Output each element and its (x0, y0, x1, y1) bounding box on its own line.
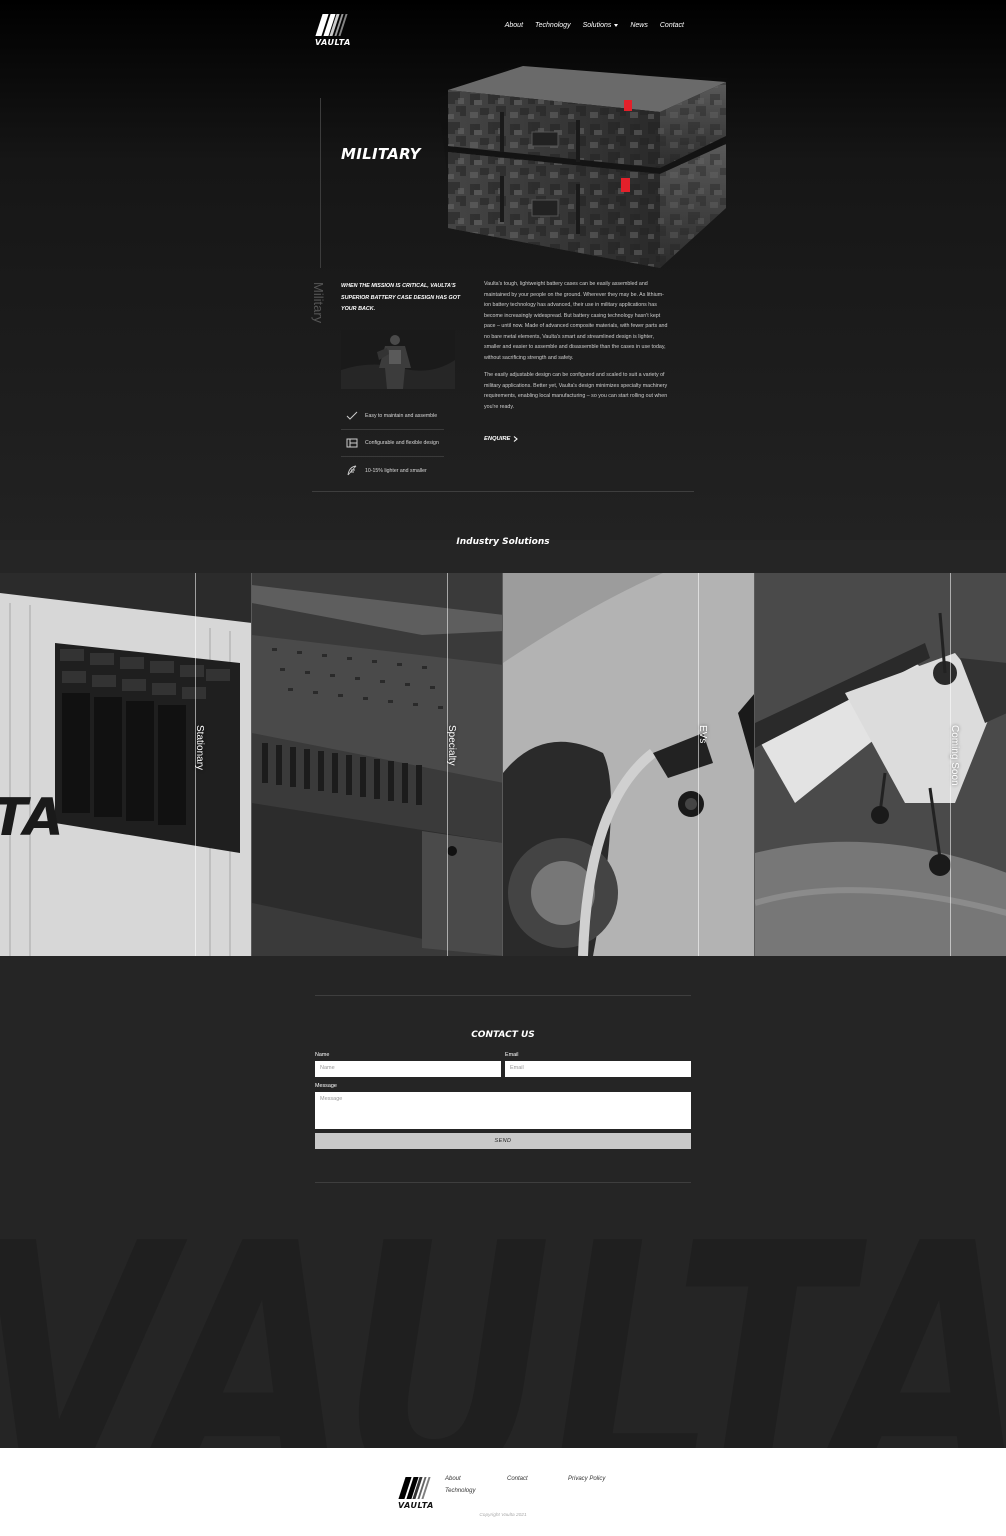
tile-label: Stationary (194, 725, 205, 771)
vaulta-background-wordmark: VAULTA (0, 1190, 1006, 1448)
tile-stationary[interactable]: TA Stationary (0, 573, 252, 956)
enquire-label: ENQUIRE (484, 436, 511, 442)
logo-wordmark: VAULTA (315, 38, 351, 47)
name-label: Name (315, 1052, 330, 1058)
hero-body: Vaulta's tough, lightweight battery case… (484, 279, 668, 412)
email-field[interactable]: Email (505, 1061, 691, 1077)
industry-tiles: TA Stationary Specialty (0, 573, 1006, 956)
side-label: Military (311, 282, 326, 324)
message-label: Message (315, 1083, 337, 1089)
nav-technology[interactable]: Technology (535, 22, 571, 29)
nav-news[interactable]: News (630, 22, 648, 29)
tile-label: Coming Soon (948, 725, 960, 786)
main-nav: About Technology Solutions News Contact (505, 22, 684, 29)
military-battery-case-image (438, 66, 728, 268)
nav-contact[interactable]: Contact (660, 22, 684, 29)
page-title: MILITARY (341, 145, 421, 163)
email-label: Email (505, 1052, 519, 1058)
industry-solutions-title: Industry Solutions (456, 537, 550, 547)
tile-evs[interactable]: EVs (503, 573, 755, 956)
vaulta-logo[interactable]: VAULTA (315, 14, 351, 47)
footer-link-privacy[interactable]: Privacy Policy (568, 1476, 605, 1482)
soldier-image (341, 330, 455, 389)
feature-label: Easy to maintain and assemble (365, 413, 438, 419)
name-field[interactable]: Name (315, 1061, 501, 1077)
footer-logo[interactable]: VAULTA (398, 1477, 434, 1510)
footer-links-col2: Contact (507, 1476, 528, 1488)
feature-item: 10-15% lighter and smaller (341, 457, 444, 484)
copyright: Copyright Vaulta 2021 (479, 1513, 527, 1518)
contact-row: Name Name Email Email (315, 1052, 691, 1077)
vaulta-logo-mark (398, 1477, 432, 1499)
tile-coming-soon[interactable]: Coming Soon (754, 573, 1006, 956)
vaulta-logo-mark (315, 14, 349, 36)
footer-links-col1: About Technology (445, 1476, 475, 1500)
nav-about[interactable]: About (505, 22, 523, 29)
stationary-container-image: TA (0, 573, 251, 956)
contact-form: Name Name Email Email Message Message SE… (315, 1052, 691, 1149)
feature-list: Easy to maintain and assemble Configurab… (341, 403, 444, 484)
tile-specialty[interactable]: Specialty (251, 573, 503, 956)
background-word: VAULTA (0, 1190, 1006, 1448)
caret-down-icon (614, 23, 619, 27)
feature-item: Easy to maintain and assemble (341, 403, 444, 430)
check-icon (346, 411, 358, 420)
feature-label: 10-15% lighter and smaller (365, 467, 427, 474)
feather-icon (347, 465, 357, 475)
footer-link-about[interactable]: About (445, 1476, 475, 1482)
feature-label: Configurable and flexible design (365, 440, 439, 446)
specialty-battery-image (251, 573, 503, 956)
side-divider (320, 98, 321, 268)
footer-logo-wordmark: VAULTA (398, 1501, 434, 1510)
footer: VAULTA About Technology Contact Privacy … (0, 1448, 1006, 1536)
tile-label: EVs (697, 725, 708, 744)
enquire-link[interactable]: ENQUIRE (484, 436, 519, 442)
name-group: Name Name (315, 1052, 501, 1077)
tile-divider (698, 573, 699, 956)
layout-icon (346, 438, 358, 448)
tile-label: Specialty (445, 725, 457, 766)
footer-link-contact[interactable]: Contact (507, 1476, 528, 1482)
section-divider (315, 1182, 691, 1183)
message-field[interactable]: Message (315, 1092, 691, 1129)
svg-text:TA: TA (0, 788, 64, 848)
hero-tagline: When the mission is critical, Vaulta's s… (341, 283, 461, 312)
nav-solutions[interactable]: Solutions (583, 22, 619, 29)
aircraft-image (754, 573, 1006, 956)
chevron-right-icon (514, 436, 519, 442)
feature-item: Configurable and flexible design (341, 430, 444, 457)
nav-solutions-label: Solutions (582, 22, 612, 29)
body-paragraph: Vaulta's tough, lightweight battery case… (484, 281, 668, 361)
section-divider (312, 491, 694, 492)
body-paragraph: The easily adjustable design can be conf… (484, 372, 668, 410)
footer-links-col3: Privacy Policy (568, 1476, 605, 1488)
send-button[interactable]: SEND (315, 1133, 691, 1149)
email-group: Email Email (505, 1052, 691, 1077)
ev-charging-image (503, 573, 754, 956)
section-divider (315, 995, 691, 996)
contact-title: CONTACT US (471, 1030, 535, 1040)
footer-link-technology[interactable]: Technology (445, 1488, 475, 1494)
